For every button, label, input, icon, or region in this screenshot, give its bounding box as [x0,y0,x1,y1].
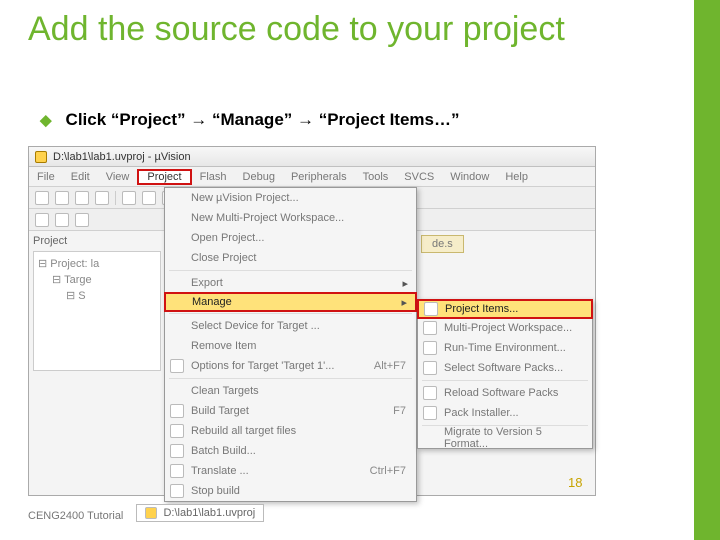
project-menu-item[interactable]: Rebuild all target files [165,421,416,441]
slide-title: Add the source code to your project [28,12,648,48]
menu-view[interactable]: View [98,171,138,183]
page-number: 18 [568,475,582,490]
menu-item-icon [424,302,438,316]
instruction-text: Click “Project” → “Manage” → “Project It… [66,110,460,130]
slide-footer: CENG2400 Tutorial D:\lab1\lab1.uvproj [28,504,264,522]
project-menu-item[interactable]: New Multi-Project Workspace... [165,208,416,228]
menu-item-icon [423,361,437,375]
project-menu-item[interactable]: Options for Target 'Target 1'...Alt+F7 [165,356,416,376]
menu-item-icon [170,359,184,373]
bullet-icon: ◆ [40,111,52,129]
build-icon[interactable] [35,213,49,227]
project-menu-item[interactable]: Open Project... [165,228,416,248]
save-all-icon[interactable] [95,191,109,205]
project-pane: ⊟ Project: la ⊟ Targe ⊟ S [33,251,161,371]
menu-help[interactable]: Help [497,171,536,183]
menu-peripherals[interactable]: Peripherals [283,171,355,183]
titlebar-text: D:\lab1\lab1.uvproj - µVision [53,151,191,163]
project-menu-item[interactable]: Build TargetF7 [165,401,416,421]
cut-icon[interactable] [122,191,136,205]
tree-target[interactable]: ⊟ Targe [38,272,156,288]
menu-window[interactable]: Window [442,171,497,183]
open-file-icon[interactable] [55,191,69,205]
submenu-item[interactable]: Reload Software Packs [418,383,592,403]
menu-item-icon [170,484,184,498]
submenu-item[interactable]: Pack Installer... [418,403,592,423]
menu-project[interactable]: Project [137,169,191,185]
download-icon[interactable] [75,213,89,227]
menu-edit[interactable]: Edit [63,171,98,183]
project-menu-item[interactable]: Manage▸ [164,292,417,312]
menu-item-icon [170,444,184,458]
copy-icon[interactable] [142,191,156,205]
submenu-arrow-icon: ▸ [402,277,408,290]
menu-item-icon [170,424,184,438]
menu-item-icon [423,341,437,355]
menu-item-icon [423,386,437,400]
project-menu-item[interactable]: Batch Build... [165,441,416,461]
menu-svcs[interactable]: SVCS [396,171,442,183]
menubar: File Edit View Project Flash Debug Perip… [29,167,595,187]
taskbar-tab: D:\lab1\lab1.uvproj [136,504,264,522]
project-menu-item[interactable]: Translate ...Ctrl+F7 [165,461,416,481]
document-tab[interactable]: de.s [421,235,464,253]
project-menu-item[interactable]: New µVision Project... [165,188,416,208]
manage-submenu: Project Items...Multi-Project Workspace.… [417,299,593,449]
menu-item-icon [423,321,437,335]
save-icon[interactable] [75,191,89,205]
menu-item-icon [423,406,437,420]
submenu-item[interactable]: Migrate to Version 5 Format... [418,428,592,448]
project-menu-item[interactable]: Stop build [165,481,416,501]
new-file-icon[interactable] [35,191,49,205]
submenu-item[interactable]: Select Software Packs... [418,358,592,378]
rebuild-icon[interactable] [55,213,69,227]
tree-source[interactable]: ⊟ S [38,288,156,304]
menu-flash[interactable]: Flash [192,171,235,183]
titlebar: D:\lab1\lab1.uvproj - µVision [29,147,595,167]
project-menu-item[interactable]: Clean Targets [165,381,416,401]
project-menu-item[interactable]: Export▸ [165,273,416,293]
app-icon [35,151,47,163]
project-menu: New µVision Project...New Multi-Project … [164,187,417,502]
menu-item-icon [170,464,184,478]
menu-file[interactable]: File [29,171,63,183]
menu-debug[interactable]: Debug [235,171,283,183]
project-menu-item[interactable]: Remove Item [165,336,416,356]
menu-tools[interactable]: Tools [355,171,397,183]
menu-item-icon [170,404,184,418]
project-pane-label: Project [33,235,67,247]
instruction-line: ◆ Click “Project” → “Manage” → “Project … [40,110,460,130]
submenu-item[interactable]: Project Items... [417,299,593,319]
ide-screenshot: D:\lab1\lab1.uvproj - µVision File Edit … [28,146,596,496]
submenu-item[interactable]: Multi-Project Workspace... [418,318,592,338]
submenu-arrow-icon: ▸ [401,296,407,309]
submenu-item[interactable]: Run-Time Environment... [418,338,592,358]
app-icon [145,507,157,519]
tree-root[interactable]: ⊟ Project: la [38,256,156,272]
project-menu-item[interactable]: Close Project [165,248,416,268]
project-menu-item[interactable]: Select Device for Target ... [165,316,416,336]
